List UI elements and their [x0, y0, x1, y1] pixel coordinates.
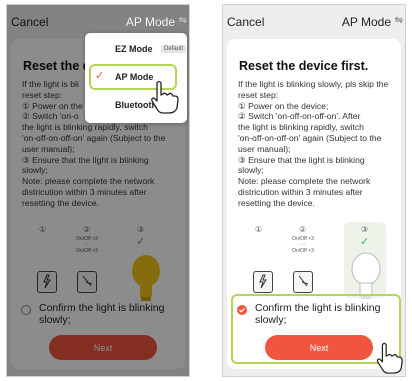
instruction-line: user manual);	[238, 143, 291, 154]
reset-card: Reset the device first. If the light is …	[227, 39, 401, 369]
swap-arrows-icon[interactable]: ⇋	[179, 15, 187, 26]
tap-hand-icon	[151, 80, 179, 114]
check-icon: ✓	[360, 236, 370, 248]
screen-background: Cancel AP Mode ⇋ Reset the device first.…	[223, 5, 405, 376]
instruction-line: Note: please complete the network	[238, 176, 371, 187]
menu-item-label: EZ Mode	[115, 44, 153, 54]
top-bar-overlay: AP Mode ⇋	[7, 5, 189, 33]
mode-toggle-button[interactable]: AP Mode	[342, 15, 391, 29]
default-badge: Default	[161, 45, 187, 53]
cancel-button[interactable]: Cancel	[227, 15, 264, 29]
instruction-line: resetting the device.	[238, 197, 315, 208]
instruction-line: districution within 3 minutes after	[238, 186, 363, 197]
instruction-line: the light is blinking rapidly, switch	[238, 122, 364, 133]
tap-hand-icon	[376, 342, 403, 374]
on-off-label: On/Off ×3	[292, 248, 314, 254]
swap-arrows-icon[interactable]: ⇋	[395, 15, 403, 26]
instruction-line: ③ Ensure that the light is blinking	[238, 154, 365, 165]
instruction-line: ① Power on the device;	[238, 100, 329, 111]
instruction-line: slowly;	[238, 165, 264, 176]
instruction-line: reset step:	[238, 89, 279, 100]
left-phone-screen: Cancel AP Mode ⇋ Reset the de If the lig…	[6, 4, 190, 377]
instruction-line: If the light is blinking slowly, pls ski…	[238, 79, 389, 89]
power-plug-icon	[253, 271, 273, 293]
mode-toggle-button[interactable]: AP Mode	[126, 15, 175, 29]
instruction-line: 'on-off-on-off-on' again (Subject to the	[238, 132, 382, 143]
step-2-label: ②	[299, 225, 307, 234]
screen-background: Cancel AP Mode ⇋ Reset the de If the lig…	[7, 5, 189, 376]
instruction-line: ② Switch 'on-off-on-off-on'. After	[238, 111, 361, 122]
switch-hand-icon	[293, 271, 313, 293]
menu-item-ez-mode[interactable]: EZ Mode Default	[85, 37, 187, 61]
right-phone-screen: Cancel AP Mode ⇋ Reset the device first.…	[222, 4, 406, 377]
reset-instructions: If the light is blinking slowly, pls ski…	[238, 79, 398, 209]
top-bar: Cancel AP Mode ⇋	[223, 5, 405, 33]
step-1-label: ①	[255, 225, 263, 234]
page-title: Reset the device first.	[239, 59, 369, 73]
step-3-label: ③	[361, 225, 369, 234]
